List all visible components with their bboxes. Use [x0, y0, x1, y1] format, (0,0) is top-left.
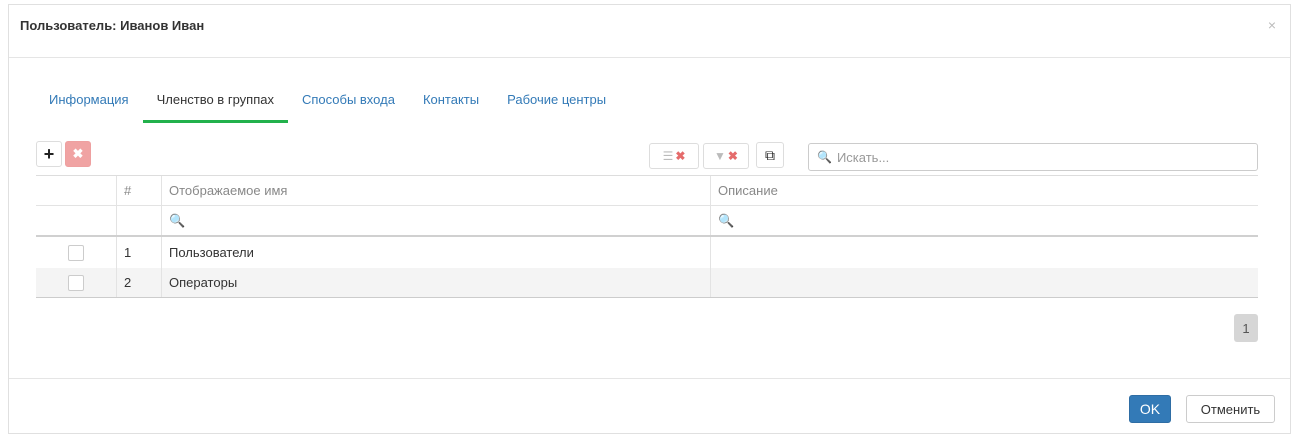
clear-filter-button[interactable]: ▼ ✖	[703, 143, 749, 169]
delete-icon: ✖	[72, 146, 84, 161]
delete-button[interactable]: ✖	[65, 141, 91, 167]
header-divider	[9, 57, 1290, 58]
filter-description[interactable]: 🔍	[711, 206, 1258, 235]
tab-login-methods[interactable]: Способы входа	[288, 87, 409, 123]
row-description	[711, 237, 1258, 268]
row-select-cell	[36, 268, 117, 297]
row-checkbox[interactable]	[68, 244, 84, 261]
x-icon: ✖	[675, 149, 686, 163]
cancel-button[interactable]: Отменить	[1186, 395, 1275, 423]
clear-selection-button[interactable]: ☰ ✖	[649, 143, 699, 169]
clear-selection-icon: ☰	[662, 149, 674, 163]
row-display-name: Операторы	[162, 268, 711, 297]
plus-icon: +	[43, 143, 55, 164]
header-select-cell	[36, 176, 117, 205]
tab-information[interactable]: Информация	[35, 87, 143, 123]
row-checkbox[interactable]	[68, 274, 84, 291]
copy-button[interactable]: ⧉	[756, 142, 784, 168]
x-icon: ✖	[727, 149, 738, 163]
tab-work-centers[interactable]: Рабочие центры	[493, 87, 620, 123]
ok-button[interactable]: OK	[1129, 395, 1171, 423]
tab-group-membership[interactable]: Членство в группах	[142, 87, 289, 123]
row-number: 2	[117, 268, 162, 297]
search-icon: 🔍	[169, 212, 186, 228]
footer-divider	[9, 378, 1290, 379]
grid-filter-row: 🔍 🔍	[36, 206, 1258, 237]
search-input[interactable]	[836, 149, 1237, 165]
pager-page-button[interactable]: 1	[1234, 314, 1258, 342]
filter-display-name[interactable]: 🔍	[162, 206, 711, 235]
filter-empty-cell	[117, 206, 162, 235]
search-icon: 🔍	[718, 212, 735, 228]
add-button[interactable]: +	[36, 141, 62, 167]
dialog-title: Пользователь: Иванов Иван	[20, 18, 205, 33]
filter-empty-cell	[36, 206, 117, 235]
table-row[interactable]: 2 Операторы	[36, 268, 1258, 298]
grid-header-row: # Отображаемое имя Описание	[36, 175, 1258, 206]
dialog-header: Пользователь: Иванов Иван ×	[9, 5, 1290, 57]
header-display-name[interactable]: Отображаемое имя	[162, 176, 711, 205]
header-number[interactable]: #	[117, 176, 162, 205]
table-row[interactable]: 1 Пользователи	[36, 237, 1258, 268]
header-description[interactable]: Описание	[711, 176, 1258, 205]
clear-filter-icon: ▼	[714, 149, 726, 163]
copy-icon: ⧉	[765, 146, 775, 163]
tab-bar: Информация Членство в группах Способы вх…	[35, 87, 620, 125]
tab-contacts[interactable]: Контакты	[409, 87, 493, 123]
row-display-name: Пользователи	[162, 237, 711, 268]
row-description	[711, 268, 1258, 297]
grid-toolbar: + ✖ ☰ ✖ ▼ ✖ ⧉ 🔍	[36, 140, 1258, 171]
search-box: 🔍	[808, 143, 1258, 171]
row-select-cell	[36, 237, 117, 268]
row-number: 1	[117, 237, 162, 268]
group-grid: # Отображаемое имя Описание 🔍 🔍 1 Пользо…	[36, 175, 1258, 298]
close-icon[interactable]: ×	[1268, 17, 1276, 33]
user-dialog: Пользователь: Иванов Иван × Информация Ч…	[8, 4, 1291, 434]
search-icon: 🔍	[817, 150, 832, 164]
